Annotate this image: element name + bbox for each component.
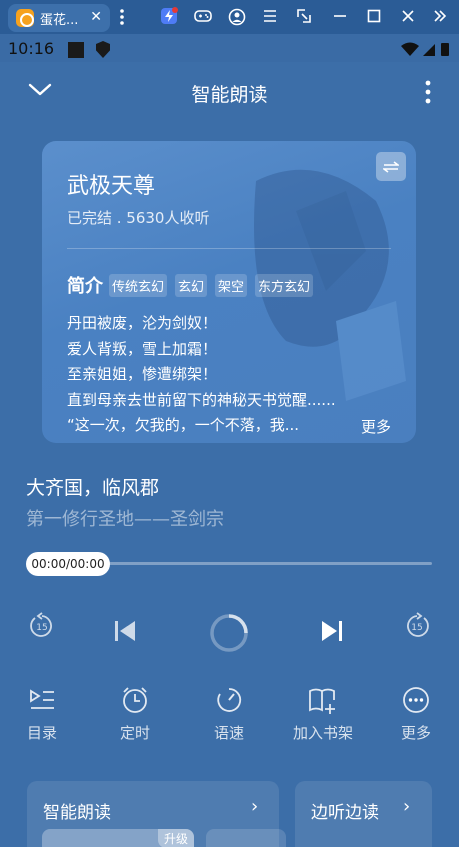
catalog-icon — [30, 689, 54, 709]
notification-square-icon — [68, 42, 84, 58]
signal-icon — [423, 44, 435, 56]
status-time: 10:16 — [8, 39, 55, 58]
book-info-card[interactable]: 武极天尊 已完结 . 5630人收听 简介 传统玄幻 玄幻 架空 东方玄幻 丹田… — [42, 141, 416, 443]
book-intro-row: 简介 传统玄幻 玄幻 架空 东方玄幻 — [67, 272, 321, 298]
intro-label: 简介 — [67, 276, 103, 297]
chapter-subtitle: 第一修行圣地——圣剑宗 — [26, 509, 224, 530]
voice-option[interactable] — [206, 829, 286, 847]
screen-icon[interactable] — [296, 8, 312, 29]
maximize-icon[interactable] — [366, 8, 382, 29]
smart-read-title: 智能朗读 — [43, 803, 111, 823]
more-options-icon[interactable] — [425, 80, 431, 108]
listen-read-panel[interactable]: 边听边读 › — [295, 781, 432, 847]
forward-15-icon[interactable]: 15 — [403, 612, 431, 640]
smart-read-panel[interactable]: 智能朗读 › 升级 — [27, 781, 286, 847]
more-button[interactable]: 更多 — [376, 686, 456, 743]
add-bookshelf-label: 加入书架 — [292, 724, 353, 742]
swap-icon[interactable] — [376, 152, 406, 181]
synopsis-line: 至亲姐姐，惨遭绑架！ — [67, 365, 218, 383]
chevron-right-icon: › — [403, 796, 411, 817]
more-label: 更多 — [400, 724, 431, 742]
more-icon — [403, 687, 429, 713]
speed-button[interactable]: 语速 — [189, 686, 269, 743]
forward-seconds-label: 15 — [411, 623, 422, 633]
gamepad-icon[interactable] — [194, 8, 212, 29]
menu-icon[interactable] — [262, 8, 278, 29]
book-title: 武极天尊 — [67, 174, 156, 199]
app-icon — [16, 9, 34, 27]
card-divider — [67, 248, 391, 249]
catalog-label: 目录 — [26, 724, 57, 742]
wifi-icon — [401, 42, 419, 56]
emulator-tab-title: 蛋花... — [40, 12, 79, 28]
synopsis-line: 丹田被废，沦为剑奴！ — [67, 314, 218, 332]
book-tag[interactable]: 东方玄幻 — [255, 273, 314, 297]
emulator-toolbar: 蛋花... ✕ — [0, 0, 459, 34]
upgrade-badge: 升级 — [157, 829, 194, 847]
page-title: 智能朗读 — [191, 84, 268, 106]
progress-thumb-time[interactable]: 00:00/00:00 — [26, 552, 110, 576]
loading-spinner-icon[interactable] — [209, 613, 249, 653]
synopsis-line: “这一次，欠我的，一个不落，我... — [67, 416, 300, 434]
status-indicators — [399, 41, 451, 61]
speed-icon — [217, 688, 242, 712]
rewind-15-icon[interactable]: 15 — [28, 612, 56, 640]
speed-label: 语速 — [213, 724, 244, 742]
app-header: 智能朗读 — [0, 62, 459, 122]
catalog-button[interactable]: 目录 — [2, 686, 82, 743]
timer-button[interactable]: 定时 — [95, 686, 175, 743]
battery-icon — [441, 43, 449, 56]
timer-label: 定时 — [119, 724, 150, 742]
chevron-right-icon: › — [251, 796, 259, 817]
shortcut-icon[interactable] — [160, 7, 178, 30]
book-meta: 已完结 . 5630人收听 — [67, 209, 210, 227]
vertical-dots-icon[interactable] — [119, 8, 125, 31]
voice-option[interactable]: 升级 — [42, 829, 194, 847]
chapter-title: 大齐国，临风郡 — [26, 477, 160, 499]
tab-close-icon[interactable]: ✕ — [90, 9, 102, 25]
book-tag[interactable]: 传统玄幻 — [109, 273, 168, 297]
expand-icon[interactable] — [432, 8, 448, 29]
rewind-seconds-label: 15 — [36, 623, 47, 633]
status-bar: 10:16 — [0, 34, 459, 62]
next-chapter-icon[interactable] — [320, 619, 344, 643]
timer-icon — [123, 687, 147, 713]
close-icon[interactable] — [400, 8, 416, 29]
shield-icon — [96, 41, 110, 58]
minimize-icon[interactable] — [332, 8, 348, 29]
book-tag[interactable]: 玄幻 — [175, 273, 208, 297]
book-tag[interactable]: 架空 — [215, 273, 248, 297]
listen-read-title: 边听边读 — [311, 803, 379, 823]
account-icon[interactable] — [228, 8, 246, 31]
synopsis-more-link[interactable]: 更多 — [361, 416, 391, 437]
add-bookshelf-icon — [309, 688, 335, 714]
synopsis-line: 直到母亲去世前留下的神秘天书觉醒...... — [67, 390, 336, 409]
emulator-tab[interactable]: 蛋花... ✕ — [8, 4, 110, 32]
book-synopsis: 丹田被废，沦为剑奴！ 爱人背叛，雪上加霜！ 至亲姐姐，惨遭绑架！ 直到母亲去世前… — [67, 311, 407, 439]
synopsis-line: 爱人背叛，雪上加霜！ — [67, 339, 218, 358]
previous-chapter-icon[interactable] — [113, 619, 137, 643]
add-bookshelf-button[interactable]: 加入书架 — [283, 686, 363, 743]
